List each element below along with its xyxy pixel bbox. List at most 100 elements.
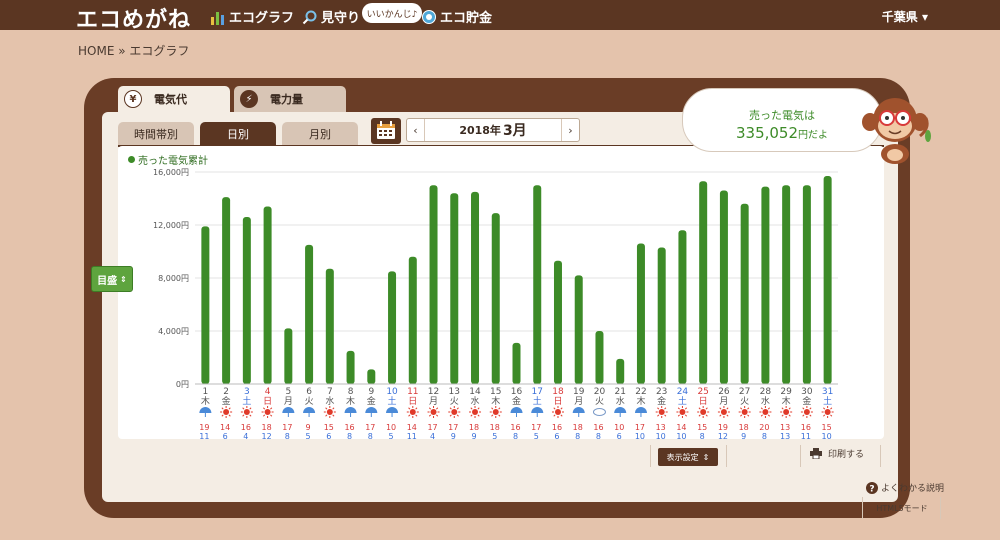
chart-bar [491, 213, 500, 384]
sun-ray [415, 414, 418, 417]
chart-bar [657, 247, 666, 384]
subtab-monthly[interactable]: 月別 [282, 122, 358, 146]
x-tick-label: 9 [368, 387, 374, 397]
chart-bar [367, 369, 376, 384]
sun-icon [430, 409, 437, 415]
sun-ray [456, 407, 459, 410]
weekday-label: 水 [761, 395, 770, 407]
sun-ray [456, 414, 459, 417]
tab-denkidai[interactable]: ¥ 電気代 [118, 86, 230, 112]
next-month-button[interactable]: › [561, 119, 579, 141]
sun-ray [242, 414, 245, 417]
display-settings-button[interactable]: 表示設定 ⇕ [658, 448, 718, 466]
sun-ray [408, 407, 411, 410]
subtab-hourly[interactable]: 時間帯別 [118, 122, 194, 146]
chart-bar [325, 268, 334, 384]
x-tick-label: 1 [203, 387, 209, 397]
current-month: 2018年 3月 [425, 119, 561, 141]
sun-ray [740, 414, 743, 417]
subtab-daily[interactable]: 日別 [200, 122, 276, 146]
sun-ray [270, 414, 273, 417]
chart-bar [574, 275, 583, 384]
y-tick-label: 0円 [176, 380, 189, 389]
nav-ecosaving[interactable]: エコ貯金 [421, 7, 492, 26]
temp-low-label: 9 [741, 432, 746, 440]
umbrella-icon [531, 407, 544, 413]
sun-ray [332, 407, 335, 410]
chart-bar [802, 185, 811, 384]
weekday-label: 金 [657, 395, 666, 407]
nav-ecograph[interactable]: エコグラフ [210, 7, 294, 26]
help-link[interactable]: ? よくわかる説明 [866, 481, 944, 494]
app-logo[interactable]: エコめがね [76, 2, 191, 34]
html5-mode-button[interactable]: HTML5モード [864, 499, 940, 517]
sun-ray [263, 407, 266, 410]
temp-high-label: 17 [427, 423, 437, 432]
temp-low-label: 12 [262, 432, 272, 440]
scale-button-label: 目盛 [97, 275, 118, 287]
nav-mimamori[interactable]: 見守り [302, 7, 360, 26]
sun-ray [684, 414, 688, 417]
chart-bar [450, 193, 459, 384]
tab-denryokuryo[interactable]: ⚡ 電力量 [234, 86, 346, 112]
region-select[interactable]: 千葉県 ▾ [882, 8, 928, 25]
updown-icon: ⇕ [702, 452, 710, 462]
calendar-icon[interactable] [371, 118, 401, 144]
y-tick-label: 12,000円 [153, 221, 189, 230]
sun-ray [477, 407, 480, 410]
temp-low-label: 5 [306, 432, 311, 440]
weekday-label: 木 [782, 395, 791, 407]
temp-high-label: 10 [386, 423, 396, 432]
umbrella-icon [634, 407, 647, 413]
temp-low-label: 4 [243, 432, 248, 440]
weekday-label: 土 [823, 395, 832, 407]
weekday-label: 月 [574, 396, 583, 407]
sun-ray [325, 407, 328, 410]
sun-ray [809, 407, 812, 410]
temp-high-label: 16 [593, 423, 603, 432]
sun-ray [726, 407, 729, 410]
sun-ray [726, 414, 729, 417]
sun-ray [263, 414, 266, 417]
breadcrumb: HOME » エコグラフ [78, 44, 190, 58]
weekday-label: 木 [491, 395, 500, 407]
umbrella-icon [344, 407, 357, 413]
y-tick-label: 16,000円 [153, 168, 189, 177]
x-tick-label: 17 [532, 387, 543, 397]
prev-month-button[interactable]: ‹ [407, 119, 425, 141]
sun-ray [802, 414, 805, 417]
temp-low-label: 9 [471, 432, 476, 440]
print-label: 印刷する [828, 450, 865, 460]
temp-low-label: 9 [451, 432, 456, 440]
sun-ray [802, 407, 805, 410]
sun-ray [498, 407, 501, 410]
chart-bar [284, 328, 293, 384]
sun-icon [409, 409, 416, 415]
umbrella-icon [614, 407, 627, 413]
sun-ray [698, 407, 701, 410]
temp-high-label: 17 [365, 423, 375, 432]
print-button[interactable]: 印刷する [810, 447, 864, 460]
weekday-label: 土 [678, 395, 687, 407]
sun-ray [449, 407, 452, 410]
question-icon: ? [866, 481, 878, 494]
sun-ray [477, 414, 480, 417]
coin-icon [422, 9, 436, 24]
temp-low-label: 8 [368, 432, 373, 440]
weekday-label: 金 [222, 395, 231, 407]
x-tick-label: 20 [594, 387, 606, 397]
temp-high-label: 10 [614, 423, 624, 432]
temp-low-label: 11 [801, 432, 811, 440]
temp-low-label: 13 [780, 432, 790, 440]
tab-denryokuryo-label: 電力量 [270, 93, 303, 106]
sun-icon [720, 409, 727, 415]
sun-ray [809, 414, 812, 417]
weekday-label: 火 [595, 396, 604, 407]
nav-ecograph-label: エコグラフ [229, 11, 295, 26]
sun-ray [560, 407, 563, 410]
sun-ray [228, 407, 231, 410]
svg-text:?: ? [869, 484, 874, 494]
sun-ray [491, 407, 494, 410]
sun-icon [700, 409, 707, 415]
sun-ray [428, 407, 432, 410]
